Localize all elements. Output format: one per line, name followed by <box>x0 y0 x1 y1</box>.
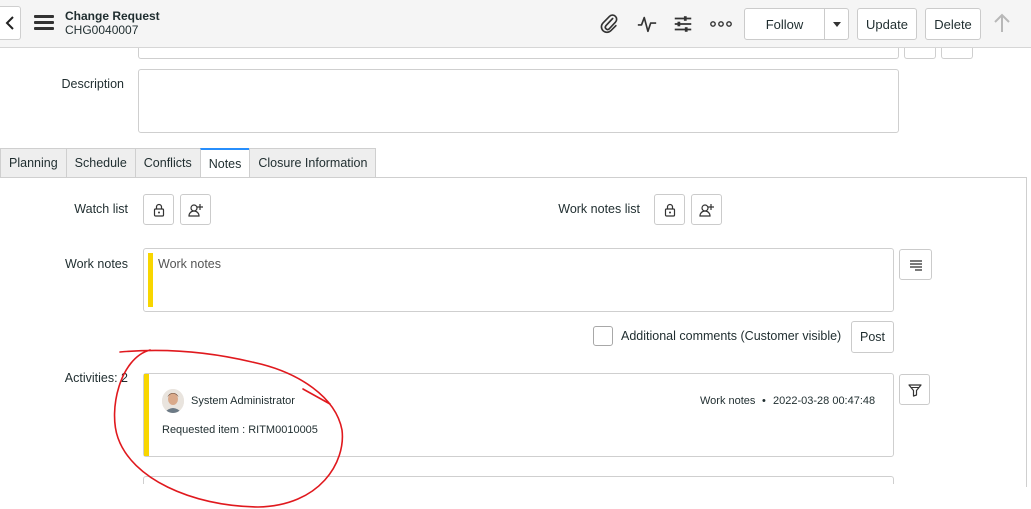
watch-list-add-me-button[interactable] <box>180 194 211 225</box>
activity-entry <box>143 373 894 457</box>
templates-button[interactable] <box>899 249 932 280</box>
filter-icon <box>907 383 922 397</box>
tab-planning[interactable]: Planning <box>0 148 66 178</box>
work-notes-list-add-me-button[interactable] <box>691 194 722 225</box>
activity-pulse-icon[interactable] <box>635 12 659 36</box>
work-notes-indicator <box>148 253 153 307</box>
post-button[interactable]: Post <box>851 321 894 353</box>
activity-work-notes-indicator <box>144 374 149 456</box>
activities-label: Activities: 2 <box>64 371 128 385</box>
additional-comments-checkbox[interactable] <box>593 326 613 346</box>
list-menu-icon <box>909 259 922 271</box>
field-action-button[interactable] <box>941 48 973 59</box>
activity-author: System Administrator <box>191 395 295 407</box>
lock-icon <box>153 203 164 217</box>
tab-conflicts[interactable]: Conflicts <box>134 148 200 178</box>
menu-icon[interactable] <box>34 15 54 31</box>
activity-entry <box>143 476 894 484</box>
watch-list-lock-button[interactable] <box>143 194 174 225</box>
avatar <box>162 389 184 413</box>
description-label: Description <box>61 77 124 91</box>
description-textarea[interactable] <box>138 69 899 133</box>
field-action-button[interactable] <box>904 48 936 59</box>
add-user-icon <box>698 203 714 217</box>
record-number: CHG0040007 <box>65 23 139 37</box>
follow-dropdown-button[interactable] <box>824 8 849 40</box>
work-notes-placeholder: Work notes <box>158 257 221 271</box>
work-notes-list-lock-button[interactable] <box>654 194 685 225</box>
tab-panel-border <box>0 177 1027 178</box>
update-button[interactable]: Update <box>857 8 917 40</box>
paperclip-icon[interactable] <box>597 12 621 36</box>
form-header: Change Request CHG0040007 Follow Update … <box>0 0 1031 48</box>
form-tabs: Planning Schedule Conflicts Notes Closur… <box>0 148 377 178</box>
additional-comments-label: Additional comments (Customer visible) <box>621 329 842 343</box>
arrow-up-icon[interactable] <box>990 11 1014 35</box>
chevron-left-icon <box>5 16 14 30</box>
tab-panel-border <box>1026 177 1027 487</box>
settings-sliders-icon[interactable] <box>671 12 695 36</box>
tab-schedule[interactable]: Schedule <box>65 148 135 178</box>
follow-button[interactable]: Follow <box>744 8 825 40</box>
work-notes-label: Work notes <box>65 257 128 271</box>
lock-icon <box>664 203 675 217</box>
activity-timestamp: 2022-03-28 00:47:48 <box>773 395 876 407</box>
activity-separator: • <box>762 395 766 407</box>
back-button[interactable] <box>0 6 21 40</box>
add-user-icon <box>187 203 203 217</box>
activity-content: Requested item : RITM0010005 <box>162 424 318 436</box>
more-options-icon[interactable] <box>708 12 734 36</box>
caret-down-icon <box>832 21 841 27</box>
record-type-title: Change Request <box>65 9 160 23</box>
activity-filter-button[interactable] <box>899 374 930 405</box>
delete-button[interactable]: Delete <box>925 8 981 40</box>
work-notes-textarea[interactable] <box>143 248 894 312</box>
short-description-field[interactable] <box>138 48 899 59</box>
work-notes-list-label: Work notes list <box>558 202 640 216</box>
activity-type: Work notes <box>700 395 756 407</box>
watch-list-label: Watch list <box>74 202 128 216</box>
tab-notes[interactable]: Notes <box>199 148 250 178</box>
tab-closure-information[interactable]: Closure Information <box>249 148 377 178</box>
